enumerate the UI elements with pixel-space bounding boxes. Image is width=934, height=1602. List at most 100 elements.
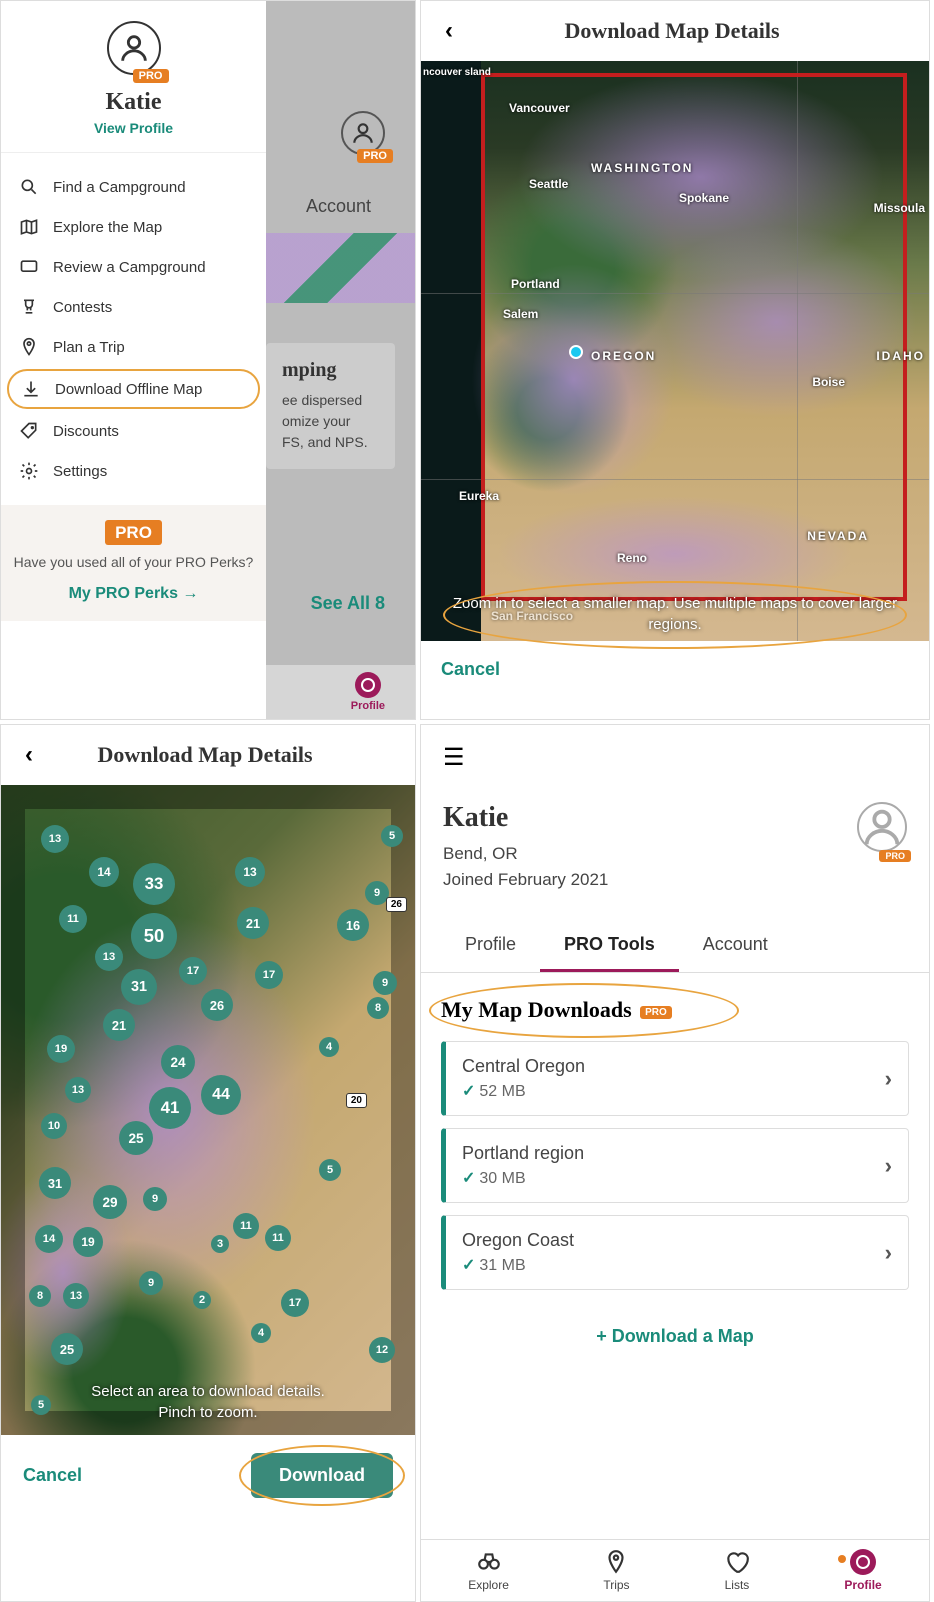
campground-cluster[interactable]: 5 bbox=[319, 1159, 341, 1181]
pin-icon bbox=[603, 1549, 629, 1575]
cancel-link[interactable]: Cancel bbox=[421, 641, 929, 698]
campground-cluster[interactable]: 13 bbox=[65, 1077, 91, 1103]
campground-cluster[interactable]: 44 bbox=[201, 1075, 241, 1115]
campground-cluster[interactable]: 50 bbox=[131, 913, 177, 959]
menu-label: Find a Campground bbox=[53, 179, 186, 196]
highlight-circle bbox=[443, 581, 907, 649]
download-size: ✓30 MB bbox=[462, 1168, 584, 1188]
campground-cluster[interactable]: 12 bbox=[369, 1337, 395, 1363]
nav-explore[interactable]: Explore bbox=[468, 1549, 509, 1592]
nav-trips[interactable]: Trips bbox=[603, 1549, 629, 1592]
menu-button[interactable]: ☰ bbox=[443, 743, 907, 772]
campground-cluster[interactable]: 3 bbox=[211, 1235, 229, 1253]
campground-cluster[interactable]: 13 bbox=[95, 943, 123, 971]
download-item[interactable]: Portland region✓30 MB› bbox=[441, 1128, 909, 1203]
campground-cluster[interactable]: 19 bbox=[47, 1035, 75, 1063]
campground-cluster[interactable]: 17 bbox=[255, 961, 283, 989]
pin-icon bbox=[19, 337, 39, 357]
view-profile-link[interactable]: View Profile bbox=[1, 120, 266, 136]
chevron-right-icon: › bbox=[885, 1240, 892, 1266]
campground-cluster[interactable]: 13 bbox=[41, 825, 69, 853]
campground-cluster[interactable]: 31 bbox=[39, 1167, 71, 1199]
back-button[interactable]: ‹ bbox=[17, 737, 41, 773]
campground-cluster[interactable]: 21 bbox=[103, 1009, 135, 1041]
pro-badge: PRO bbox=[879, 850, 911, 862]
campground-cluster[interactable]: 24 bbox=[161, 1045, 195, 1079]
campground-cluster[interactable]: 2 bbox=[193, 1291, 211, 1309]
user-avatar[interactable] bbox=[857, 802, 907, 852]
user-name: Katie bbox=[1, 89, 266, 116]
campground-cluster[interactable]: 9 bbox=[143, 1187, 167, 1211]
menu-label: Review a Campground bbox=[53, 259, 206, 276]
campground-cluster[interactable]: 4 bbox=[251, 1323, 271, 1343]
menu-plan-trip[interactable]: Plan a Trip bbox=[1, 327, 266, 367]
user-location: Bend, OR bbox=[443, 844, 608, 864]
campground-cluster[interactable]: 14 bbox=[35, 1225, 63, 1253]
campground-cluster[interactable]: 41 bbox=[149, 1087, 191, 1129]
label-portland: Portland bbox=[511, 277, 560, 291]
menu-explore-map[interactable]: Explore the Map bbox=[1, 207, 266, 247]
campground-cluster[interactable]: 11 bbox=[59, 905, 87, 933]
pro-footer-text: Have you used all of your PRO Perks? bbox=[13, 553, 254, 573]
menu-label: Plan a Trip bbox=[53, 339, 125, 356]
gear-icon bbox=[19, 461, 39, 481]
campground-cluster[interactable]: 8 bbox=[367, 997, 389, 1019]
download-name: Oregon Coast bbox=[462, 1230, 574, 1251]
pro-perks-link[interactable]: My PRO Perks → bbox=[13, 585, 254, 603]
card-body: ee dispersed omize your FS, and NPS. bbox=[282, 390, 379, 453]
tab-account[interactable]: Account bbox=[679, 920, 792, 972]
campground-cluster[interactable]: 33 bbox=[133, 863, 175, 905]
search-icon bbox=[19, 177, 39, 197]
campground-cluster[interactable]: 9 bbox=[139, 1271, 163, 1295]
nav-lists[interactable]: Lists bbox=[724, 1549, 750, 1592]
cancel-link[interactable]: Cancel bbox=[23, 1465, 82, 1486]
route-20-badge: 20 bbox=[346, 1093, 367, 1108]
menu-contests[interactable]: Contests bbox=[1, 287, 266, 327]
tab-pro-tools[interactable]: PRO Tools bbox=[540, 920, 679, 972]
menu-find-campground[interactable]: Find a Campground bbox=[1, 167, 266, 207]
download-item[interactable]: Central Oregon✓52 MB› bbox=[441, 1041, 909, 1116]
campground-cluster[interactable]: 31 bbox=[121, 969, 157, 1005]
campground-cluster[interactable]: 26 bbox=[201, 989, 233, 1021]
menu-discounts[interactable]: Discounts bbox=[1, 411, 266, 451]
campground-cluster[interactable]: 5 bbox=[381, 825, 403, 847]
menu-settings[interactable]: Settings bbox=[1, 451, 266, 491]
campground-cluster[interactable]: 11 bbox=[265, 1225, 291, 1251]
campground-cluster[interactable]: 25 bbox=[119, 1121, 153, 1155]
label-spokane: Spokane bbox=[679, 191, 729, 205]
campground-cluster[interactable]: 4 bbox=[319, 1037, 339, 1057]
map-view[interactable]: 1314331351150211691331171792126819244134… bbox=[1, 785, 415, 1435]
menu-download-offline-map[interactable]: Download Offline Map bbox=[7, 369, 260, 409]
pro-badge: PRO bbox=[357, 149, 393, 163]
user-avatar[interactable] bbox=[107, 21, 161, 75]
campground-cluster[interactable]: 25 bbox=[51, 1333, 83, 1365]
menu-review-campground[interactable]: Review a Campground bbox=[1, 247, 266, 287]
campground-cluster[interactable]: 17 bbox=[179, 957, 207, 985]
campground-cluster[interactable]: 13 bbox=[235, 857, 265, 887]
menu-label: Explore the Map bbox=[53, 219, 162, 236]
campground-cluster[interactable]: 17 bbox=[281, 1289, 309, 1317]
label-vancouver-island: ncouver sland bbox=[423, 67, 491, 78]
nav-profile[interactable]: Profile bbox=[844, 1549, 881, 1592]
notification-dot bbox=[838, 1555, 846, 1563]
campground-cluster[interactable]: 9 bbox=[373, 971, 397, 995]
profile-icon bbox=[355, 672, 381, 698]
label-nevada: NEVADA bbox=[807, 529, 869, 543]
campground-cluster[interactable]: 8 bbox=[29, 1285, 51, 1307]
highlight-circle bbox=[239, 1445, 405, 1506]
campground-cluster[interactable]: 21 bbox=[237, 907, 269, 939]
download-item[interactable]: Oregon Coast✓31 MB› bbox=[441, 1215, 909, 1290]
campground-cluster[interactable]: 13 bbox=[63, 1283, 89, 1309]
map-view[interactable]: ncouver sland Vancouver WASHINGTON Seatt… bbox=[421, 61, 929, 641]
back-button[interactable]: ‹ bbox=[437, 13, 461, 49]
campground-cluster[interactable]: 29 bbox=[93, 1185, 127, 1219]
campground-cluster[interactable]: 14 bbox=[89, 857, 119, 887]
add-map-link[interactable]: + Download a Map bbox=[421, 1302, 929, 1371]
campground-cluster[interactable]: 10 bbox=[41, 1113, 67, 1139]
menu-label: Discounts bbox=[53, 423, 119, 440]
campground-cluster[interactable]: 16 bbox=[337, 909, 369, 941]
campground-cluster[interactable]: 19 bbox=[73, 1227, 103, 1257]
selection-rect[interactable] bbox=[481, 73, 907, 601]
campground-cluster[interactable]: 11 bbox=[233, 1213, 259, 1239]
tab-profile[interactable]: Profile bbox=[441, 920, 540, 972]
